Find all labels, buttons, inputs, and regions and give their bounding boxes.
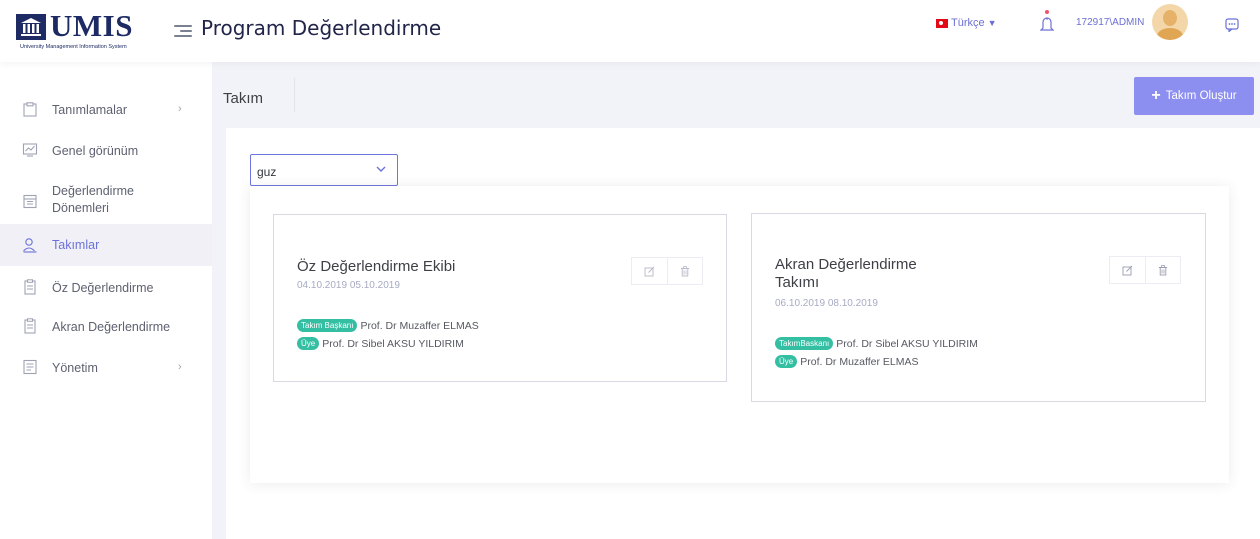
term-select-value: guz — [257, 165, 277, 179]
team-card: Öz Değerlendirme Ekibi 04.10.2019 05.10.… — [273, 214, 727, 382]
sidebar-item-label: Değerlendirme Dönemleri — [52, 184, 134, 215]
member-name: Prof. Dr Muzaffer ELMAS — [800, 355, 919, 368]
turkey-flag-icon — [936, 18, 948, 28]
edit-icon — [644, 266, 655, 276]
sidebar-item-label: Yönetim — [52, 361, 98, 375]
user-id-label[interactable]: 172917\ADMIN — [1076, 17, 1144, 28]
notification-bell-icon[interactable] — [1040, 10, 1054, 34]
sidebar-item-label: Takımlar — [52, 238, 100, 252]
trash-icon — [680, 265, 689, 276]
sidebar-item-akran-degerlendirme[interactable]: Akran Değerlendirme — [0, 315, 212, 339]
sidebar-item-takimlar[interactable]: Takımlar — [0, 224, 212, 266]
umis-logo[interactable]: UMIS University Management Information S… — [16, 8, 191, 58]
team-member: Üye Prof. Dr Muzaffer ELMAS — [775, 355, 919, 368]
teams-panel: Öz Değerlendirme Ekibi 04.10.2019 05.10.… — [250, 186, 1229, 483]
chart-icon — [22, 143, 38, 157]
language-label: Türkçe — [951, 17, 985, 29]
notification-dot — [1045, 10, 1049, 14]
edit-icon — [1122, 265, 1133, 275]
logo-text: UMIS — [50, 8, 133, 43]
menu-toggle-icon[interactable] — [174, 24, 192, 38]
trash-icon — [1158, 264, 1167, 275]
term-select[interactable]: guz — [250, 154, 398, 186]
sidebar-item-label: Genel görünüm — [52, 144, 139, 158]
team-icon — [23, 238, 37, 253]
sidebar-item-degerlendirme-donemleri[interactable]: Değerlendirme Dönemleri — [0, 180, 212, 220]
chat-icon[interactable] — [1225, 18, 1239, 32]
team-dates: 04.10.2019 05.10.2019 — [297, 280, 400, 291]
delete-button[interactable] — [666, 258, 702, 284]
top-header: UMIS University Management Information S… — [0, 0, 1260, 62]
chevron-right-icon: › — [178, 103, 182, 115]
edit-button[interactable] — [632, 258, 667, 284]
role-badge: TakımBaskanı — [775, 337, 834, 350]
role-badge: Takım Başkanı — [297, 319, 358, 332]
team-title: Öz Değerlendirme Ekibi — [297, 258, 456, 275]
logo-subtitle: University Management Information System — [20, 44, 127, 50]
team-card: Akran Değerlendirme Takımı 06.10.2019 08… — [751, 213, 1206, 402]
calendar-icon — [23, 194, 37, 209]
sidebar-item-genel-gorunum[interactable]: Genel görünüm — [0, 140, 212, 164]
sidebar-item-oz-degerlendirme[interactable]: Öz Değerlendirme — [0, 276, 212, 300]
plus-icon: + — [1151, 87, 1161, 104]
team-title-line-1: Akran Değerlendirme — [775, 256, 917, 273]
settings-panel-icon — [23, 359, 37, 375]
sidebar-item-tanimlamalar[interactable]: Tanımlamalar › — [0, 98, 212, 122]
avatar[interactable] — [1152, 4, 1188, 40]
member-name: Prof. Dr Sibel AKSU YILDIRIM — [836, 337, 978, 350]
role-badge: Üye — [775, 355, 798, 368]
team-title-line-2: Takımı — [775, 274, 820, 291]
team-member: Takım Başkanı Prof. Dr Muzaffer ELMAS — [297, 319, 479, 332]
delete-button[interactable] — [1144, 257, 1180, 283]
team-dates: 06.10.2019 08.10.2019 — [775, 298, 878, 309]
folder-icon — [23, 102, 37, 117]
team-actions — [1109, 256, 1181, 284]
building-logo-icon — [16, 14, 46, 40]
sidebar-item-label: Tanımlamalar — [52, 103, 128, 117]
sidebar: Tanımlamalar › Genel görünüm Değerlendir… — [0, 62, 212, 539]
sidebar-item-label: Akran Değerlendirme — [52, 320, 171, 334]
member-name: Prof. Dr Sibel AKSU YILDIRIM — [322, 337, 464, 350]
sidebar-item-yonetim[interactable]: Yönetim › — [0, 356, 212, 380]
team-title: Akran Değerlendirme Takımı — [775, 256, 917, 292]
title-divider — [294, 78, 295, 112]
chevron-down-icon: ▼ — [987, 18, 997, 28]
create-team-label: Takım Oluştur — [1165, 90, 1237, 102]
team-member: TakımBaskanı Prof. Dr Sibel AKSU YILDIRI… — [775, 337, 978, 350]
app-title: Program Değerlendirme — [201, 16, 442, 40]
chevron-down-icon — [376, 166, 386, 172]
create-team-button[interactable]: + Takım Oluştur — [1134, 77, 1254, 115]
member-name: Prof. Dr Muzaffer ELMAS — [360, 319, 479, 332]
page-title: Takım — [223, 90, 264, 107]
team-member: Üye Prof. Dr Sibel AKSU YILDIRIM — [297, 337, 464, 350]
role-badge: Üye — [297, 337, 320, 350]
clipboard-icon — [24, 318, 36, 334]
chevron-right-icon: › — [178, 361, 182, 373]
team-actions — [631, 257, 703, 285]
clipboard-icon — [24, 279, 36, 295]
sidebar-item-label: Öz Değerlendirme — [52, 281, 154, 295]
language-selector[interactable]: Türkçe ▼ — [936, 17, 997, 29]
edit-button[interactable] — [1110, 257, 1145, 283]
main-content: guz Öz Değerlendirme Ekibi 04.10.2019 05… — [226, 128, 1260, 539]
page-header: Takım + Takım Oluştur — [212, 62, 1260, 124]
